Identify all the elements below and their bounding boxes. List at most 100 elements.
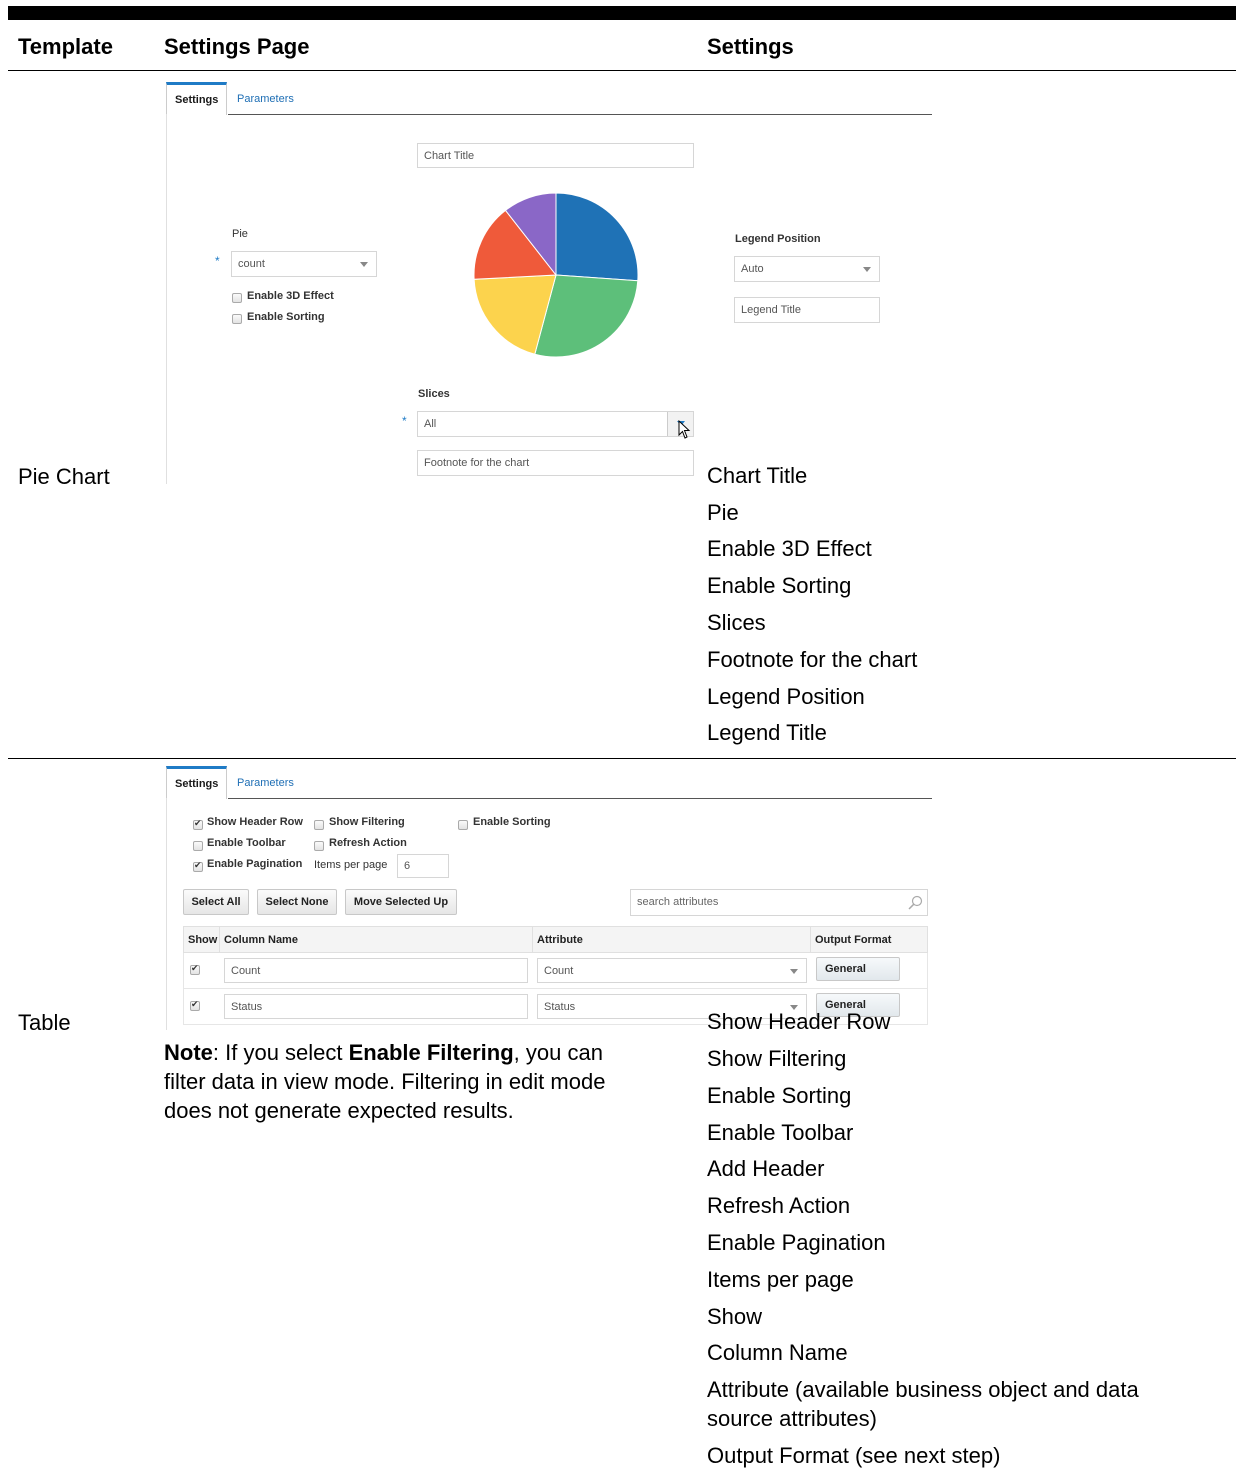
output-format-button[interactable]: General (816, 957, 900, 981)
table-settings-screenshot: Settings Parameters Show Header Row Show… (166, 766, 936, 1030)
pie-slice (555, 192, 639, 282)
pie-select[interactable]: count (231, 251, 377, 277)
setting-item: Footnote for the chart (707, 647, 918, 672)
search-attributes-input[interactable]: search attributes (630, 889, 928, 916)
legend-position-select[interactable]: Auto (734, 256, 880, 282)
panel-left-border (166, 114, 167, 484)
legend-position-label: Legend Position (735, 233, 821, 245)
chevron-down-icon (863, 267, 871, 272)
setting-item: Legend Title (707, 720, 827, 745)
legend-title-input[interactable]: Legend Title (734, 297, 880, 323)
show-column-checkbox[interactable] (190, 999, 200, 1011)
setting-item: Output Format (see next step) (707, 1443, 1001, 1468)
enable-3d-label: Enable 3D Effect (247, 290, 334, 302)
attribute-value: Count (544, 965, 574, 977)
items-per-page-label: Items per page (314, 859, 388, 871)
setting-item: Enable Toolbar (707, 1120, 854, 1145)
pie-label: Pie (232, 228, 248, 240)
refresh-action-label: Refresh Action (329, 837, 407, 849)
chevron-down-icon (360, 262, 368, 267)
slices-label: Slices (418, 388, 450, 400)
tab-settings[interactable]: Settings (166, 82, 228, 115)
row-divider (8, 758, 1236, 759)
column-header-attribute: Attribute (532, 926, 811, 953)
setting-item: Show Filtering (707, 1046, 847, 1071)
enable-toolbar-checkbox[interactable] (193, 841, 203, 851)
setting-item: Add Header (707, 1156, 825, 1181)
table-settings-list: Show Header Row Show Filtering Enable So… (707, 1009, 1227, 1471)
filtering-note: Note: If you select Enable Filtering, yo… (164, 1038, 684, 1125)
table-top-border (8, 6, 1236, 20)
pie-chart-preview (473, 192, 639, 358)
header-divider (8, 70, 1236, 71)
setting-item: Enable 3D Effect (707, 536, 872, 561)
template-table: Table (18, 1010, 71, 1035)
refresh-action-checkbox[interactable] (314, 841, 324, 851)
slices-select[interactable]: All (417, 411, 694, 437)
mouse-cursor-icon (678, 420, 691, 439)
setting-item: Slices (707, 610, 766, 635)
column-header-show: Show (183, 926, 220, 953)
required-asterisk: * (402, 414, 407, 428)
chevron-down-icon (790, 969, 798, 974)
setting-item: Refresh Action (707, 1193, 851, 1218)
panel-left-border (166, 798, 167, 1030)
show-header-row-label: Show Header Row (207, 816, 303, 828)
enable-sorting-checkbox[interactable] (458, 820, 468, 830)
tab-parameters[interactable]: Parameters (237, 84, 294, 114)
select-none-button[interactable]: Select None (257, 889, 337, 915)
column-name-input[interactable]: Status (224, 994, 528, 1019)
setting-item: source attributes) (707, 1406, 877, 1431)
column-header-template: Template (18, 34, 113, 59)
show-filtering-checkbox[interactable] (314, 820, 324, 830)
enable-3d-checkbox[interactable] (232, 293, 242, 303)
legend-position-value: Auto (741, 263, 764, 275)
setting-item: Show Header Row (707, 1009, 891, 1034)
tab-parameters[interactable]: Parameters (237, 768, 294, 798)
enable-toolbar-label: Enable Toolbar (207, 837, 286, 849)
show-column-checkbox[interactable] (190, 963, 200, 975)
table-row: Count Count General (183, 953, 928, 989)
note-label: Note (164, 1040, 213, 1065)
required-asterisk: * (215, 254, 220, 268)
column-header-output-format: Output Format (810, 926, 928, 953)
note-enable-filtering: Enable Filtering (348, 1040, 514, 1065)
enable-pagination-checkbox[interactable] (193, 860, 203, 872)
search-placeholder: search attributes (637, 896, 719, 908)
setting-item: Enable Sorting (707, 1083, 852, 1108)
items-per-page-input[interactable]: 6 (397, 854, 449, 878)
pie-select-value: count (238, 258, 265, 270)
setting-item: Enable Sorting (707, 573, 852, 598)
enable-sorting-checkbox[interactable] (232, 314, 242, 324)
setting-item: Legend Position (707, 684, 865, 709)
setting-item: Column Name (707, 1340, 848, 1365)
setting-item: Enable Pagination (707, 1230, 886, 1255)
note-text-post: , you can (513, 1040, 603, 1065)
column-header-column-name: Column Name (219, 926, 533, 953)
pie-settings-list: Chart Title Pie Enable 3D Effect Enable … (707, 463, 1207, 753)
search-icon[interactable] (907, 895, 923, 911)
attribute-select[interactable]: Count (537, 958, 807, 983)
setting-item: Attribute (available business object and… (707, 1377, 1139, 1402)
footnote-input[interactable]: Footnote for the chart (417, 450, 694, 476)
tab-settings[interactable]: Settings (166, 766, 228, 799)
select-all-button[interactable]: Select All (183, 889, 249, 915)
tab-underline (228, 798, 932, 799)
column-name-input[interactable]: Count (224, 958, 528, 983)
setting-item: Show (707, 1304, 763, 1329)
template-pie-chart: Pie Chart (18, 464, 110, 489)
pie-settings-screenshot: Settings Parameters Chart Title Pie * co… (166, 82, 936, 484)
show-header-row-checkbox[interactable] (193, 818, 203, 830)
column-header-settings: Settings (707, 34, 794, 59)
enable-pagination-label: Enable Pagination (207, 858, 303, 870)
enable-sorting-label: Enable Sorting (247, 311, 325, 323)
note-line-2: filter data in view mode. Filtering in e… (164, 1069, 606, 1094)
slices-select-value: All (424, 418, 437, 430)
move-selected-up-button[interactable]: Move Selected Up (345, 889, 457, 915)
chart-title-input[interactable]: Chart Title (417, 143, 694, 168)
setting-item: Chart Title (707, 463, 808, 488)
note-line-3: does not generate expected results. (164, 1098, 514, 1123)
column-header-settings-page: Settings Page (164, 34, 310, 59)
attribute-value: Status (544, 1001, 576, 1013)
setting-item: Items per page (707, 1267, 854, 1292)
